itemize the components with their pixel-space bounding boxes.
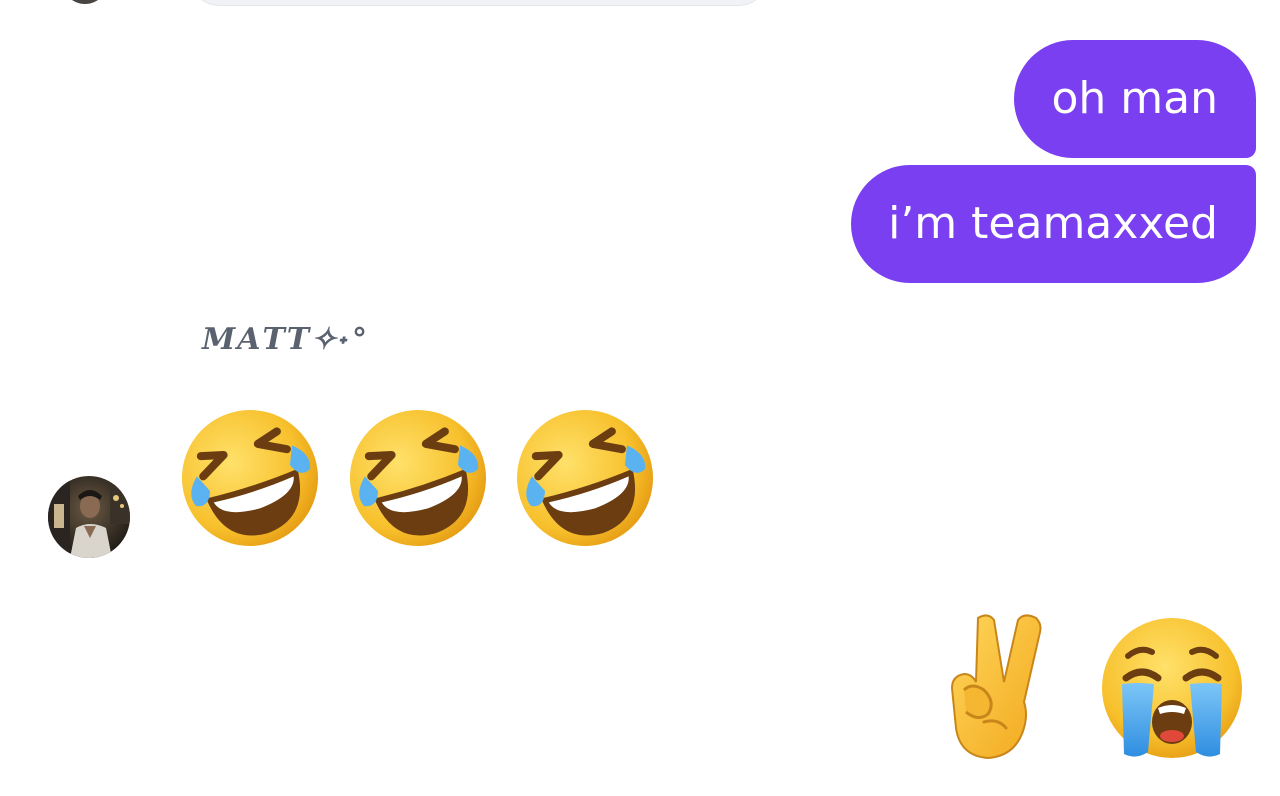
sender-avatar[interactable] [48,476,130,558]
outgoing-message-bubble[interactable]: oh man [1014,40,1256,158]
previous-incoming-message-bubble[interactable] [188,0,770,6]
previous-sender-avatar[interactable] [62,0,108,4]
rolling-on-floor-laughing-emoji[interactable] [511,404,663,552]
victory-hand-emoji[interactable] [944,610,1056,762]
loudly-crying-face-emoji[interactable] [1098,616,1246,762]
sender-name: 𝑴𝑨𝑻𝑻✧˖° [202,322,370,357]
message-text: i’m teamaxxed [888,198,1218,249]
chat-thread: oh man i’m teamaxxed 𝑴𝑨𝑻𝑻✧˖° [0,0,1280,796]
outgoing-message-bubble[interactable]: i’m teamaxxed [851,165,1256,283]
rolling-on-floor-laughing-emoji[interactable] [344,404,496,552]
message-text: oh man [1051,73,1218,124]
rolling-on-floor-laughing-emoji[interactable] [176,404,328,552]
